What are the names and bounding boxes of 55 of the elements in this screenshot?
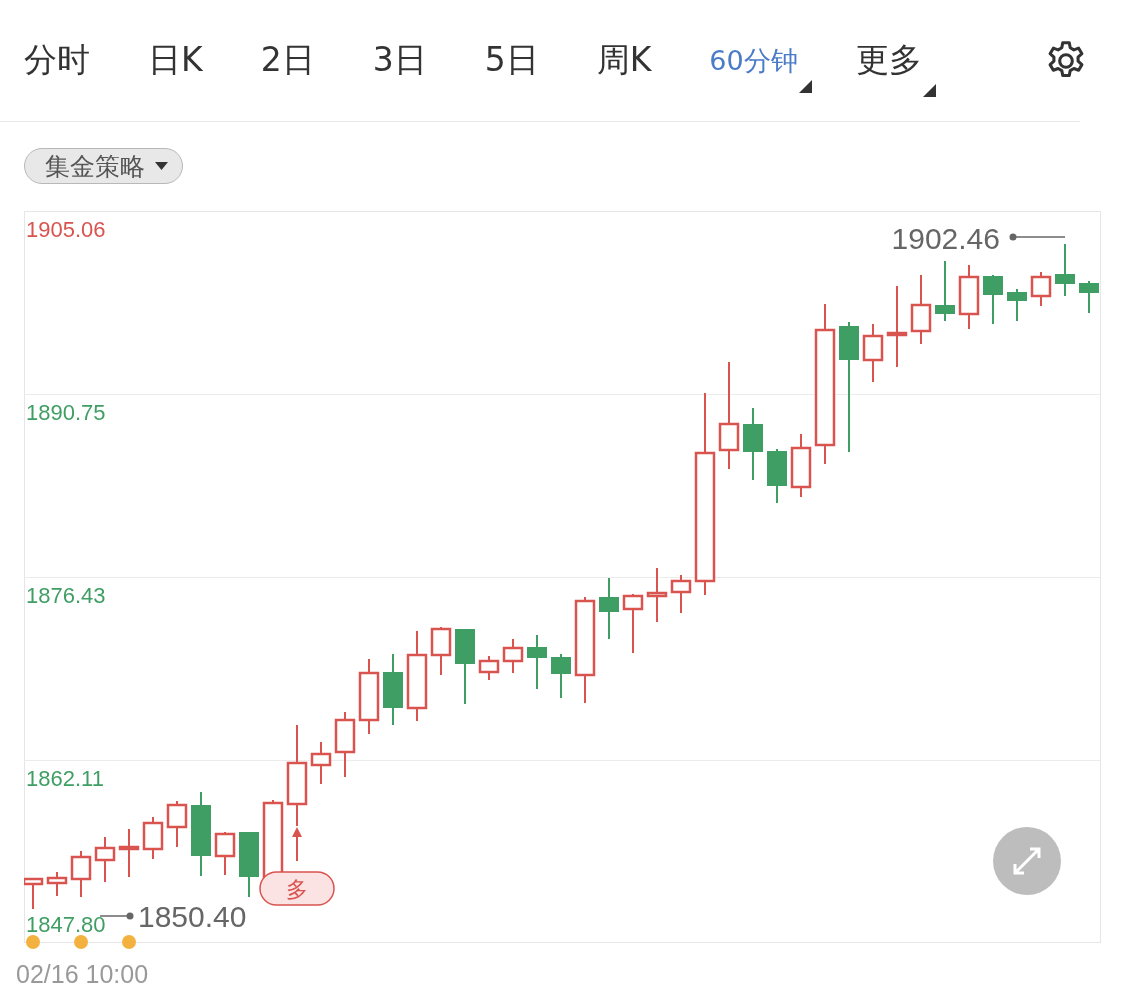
falling-candle (935, 260, 955, 322)
time-axis-label: 02/16 10:00 (16, 960, 150, 989)
rising-candle (142, 816, 164, 860)
falling-candle (599, 577, 619, 640)
leader-line (1009, 233, 1066, 241)
period-tab[interactable]: 分时 (24, 38, 94, 83)
price-axis-label: 1862.11 (26, 766, 104, 791)
price-axis-label: 1847.80 (26, 912, 106, 937)
rising-candle (214, 831, 236, 876)
rising-candle (118, 828, 140, 878)
rising-candle (958, 264, 980, 330)
event-dot (26, 935, 40, 949)
falling-candle (551, 653, 571, 699)
falling-candle (983, 274, 1003, 325)
low-price-label: 1850.40 (138, 900, 247, 933)
caret-icon (155, 162, 168, 170)
falling-candle (1055, 243, 1075, 297)
rising-candle (94, 836, 116, 883)
price-axis-label: 1890.75 (26, 400, 106, 425)
rising-candle (310, 741, 332, 785)
rising-candle (46, 871, 68, 897)
period-tab[interactable]: 60分钟 (709, 42, 802, 79)
rising-candle (670, 574, 692, 614)
rising-candle (430, 626, 452, 676)
period-tab[interactable]: 日K (148, 38, 207, 83)
rising-candle (70, 850, 92, 898)
falling-candle (527, 634, 547, 690)
period-tab[interactable]: 5日 (484, 38, 543, 83)
high-price-label: 1902.46 (891, 222, 1000, 255)
period-tab[interactable]: 周K (596, 38, 656, 83)
falling-candle (239, 831, 259, 898)
rising-candle (478, 655, 500, 681)
falling-candle (1007, 288, 1027, 322)
price-axis-label: 1876.43 (26, 583, 106, 608)
strategy-dropdown[interactable]: 集金策略 (24, 148, 183, 184)
period-tab[interactable]: 更多 (855, 38, 926, 83)
rising-candle (1030, 271, 1052, 307)
rising-candle (862, 323, 884, 383)
period-tab[interactable]: 3日 (372, 38, 431, 83)
arrow-icon (292, 827, 302, 862)
rising-candle (24, 877, 44, 910)
rising-candle (646, 567, 668, 623)
period-tab[interactable]: 2日 (260, 38, 319, 83)
rising-candle (622, 593, 644, 654)
rising-candle (910, 274, 932, 345)
falling-candle (1079, 280, 1099, 314)
event-dot (74, 935, 88, 949)
rising-candle (166, 800, 188, 848)
signal-tag-label: 多 (286, 877, 308, 902)
rising-candle (334, 711, 356, 778)
event-dot (122, 935, 136, 949)
price-axis-label: 1905.06 (26, 217, 106, 242)
rising-candle (790, 433, 812, 498)
rising-candle (502, 638, 524, 674)
falling-candle (767, 448, 787, 504)
